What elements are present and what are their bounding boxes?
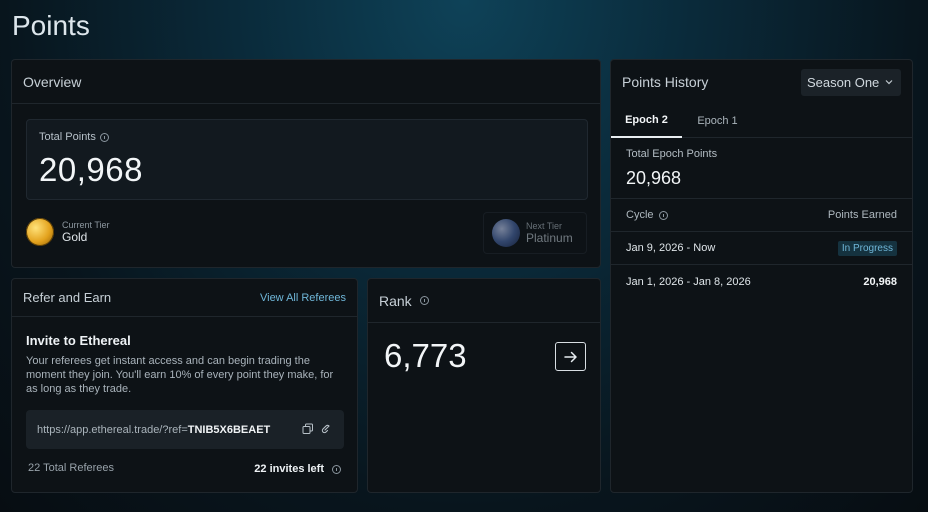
copy-icon[interactable]: [302, 423, 314, 435]
platinum-tier-icon: [492, 219, 520, 247]
info-icon[interactable]: [99, 132, 109, 142]
invite-title: Invite to Ethereal: [26, 333, 131, 348]
next-tier-label: Next Tier: [526, 221, 563, 231]
refer-header: Refer and Earn View All Referees: [12, 279, 357, 317]
cycle-info-icon[interactable]: [658, 210, 668, 220]
view-all-referees-link[interactable]: View All Referees: [260, 292, 346, 304]
arrow-right-icon: [563, 351, 577, 362]
rank-value: 6,773: [384, 337, 467, 374]
epoch-points-value: 20,968: [626, 168, 682, 188]
rank-info-icon[interactable]: [419, 296, 429, 305]
invites-left-row: 22 invites left: [254, 463, 341, 475]
points-cell: 20,968: [863, 275, 897, 288]
epoch-tabs: Epoch 2 Epoch 1: [611, 104, 912, 138]
rank-header: Rank: [368, 279, 600, 323]
table-row: Jan 9, 2026 - Now In Progress: [611, 232, 912, 265]
total-referees: 22 Total Referees: [28, 462, 115, 474]
referral-code: TNIB5X6BEAET: [187, 423, 271, 436]
next-tier-name: Platinum: [526, 231, 573, 245]
cycle-cell: Jan 9, 2026 - Now: [626, 242, 716, 254]
total-points-label-row: Total Points: [39, 131, 109, 143]
current-tier-label: Current Tier: [62, 220, 110, 230]
total-points-label: Total Points: [39, 131, 96, 143]
chevron-down-icon: [885, 80, 893, 85]
rank-title: Rank: [379, 292, 412, 309]
rank-details-button[interactable]: [555, 342, 586, 371]
cycle-cell: Jan 1, 2026 - Jan 8, 2026: [626, 275, 751, 288]
current-tier: Current Tier Gold: [26, 218, 110, 246]
rank-card: Rank 6,773: [367, 278, 601, 493]
next-tier: Next Tier Platinum: [483, 212, 587, 254]
status-badge: In Progress: [837, 240, 897, 256]
gold-tier-icon: [26, 218, 54, 246]
epoch-points-label: Total Epoch Points: [626, 148, 718, 160]
season-select[interactable]: Season One: [801, 68, 901, 96]
cycle-header-label: Cycle: [626, 209, 654, 221]
points-earned-header: Points Earned: [827, 209, 897, 221]
invite-description: Your referees get instant access and can…: [26, 355, 334, 395]
refer-card: Refer and Earn View All Referees Invite …: [11, 278, 358, 493]
history-title: Points History: [622, 74, 709, 90]
invites-info-icon[interactable]: [332, 464, 341, 474]
cycle-header: Cycle: [626, 209, 668, 221]
current-tier-name: Gold: [62, 230, 88, 244]
referral-link-box: https://app.ethereal.trade/?ref= TNIB5X6B…: [26, 410, 344, 449]
tab-epoch-2[interactable]: Epoch 2: [611, 104, 682, 138]
tab-epoch-1[interactable]: Epoch 1: [682, 104, 753, 138]
refer-title: Refer and Earn: [23, 290, 112, 305]
season-value: Season One: [807, 74, 880, 90]
table-row: Jan 1, 2026 - Jan 8, 2026 20,968: [611, 265, 912, 298]
overview-title: Overview: [23, 73, 82, 90]
page-title: Points: [12, 10, 90, 41]
invites-left: 22 invites left: [254, 463, 324, 475]
referral-link-prefix: https://app.ethereal.trade/?ref=: [37, 423, 188, 436]
history-header: Points History Season One: [611, 60, 912, 104]
history-table-header: Cycle Points Earned: [611, 198, 912, 232]
overview-header: Overview: [12, 60, 600, 104]
link-icon[interactable]: [320, 423, 332, 435]
total-points-value: 20,968: [39, 151, 143, 188]
points-history-card: Points History Season One Epoch 2 Epoch …: [610, 59, 913, 493]
overview-card: Overview Total Points 20,968 Current Tie…: [11, 59, 601, 268]
total-points-box: Total Points 20,968: [26, 119, 588, 200]
